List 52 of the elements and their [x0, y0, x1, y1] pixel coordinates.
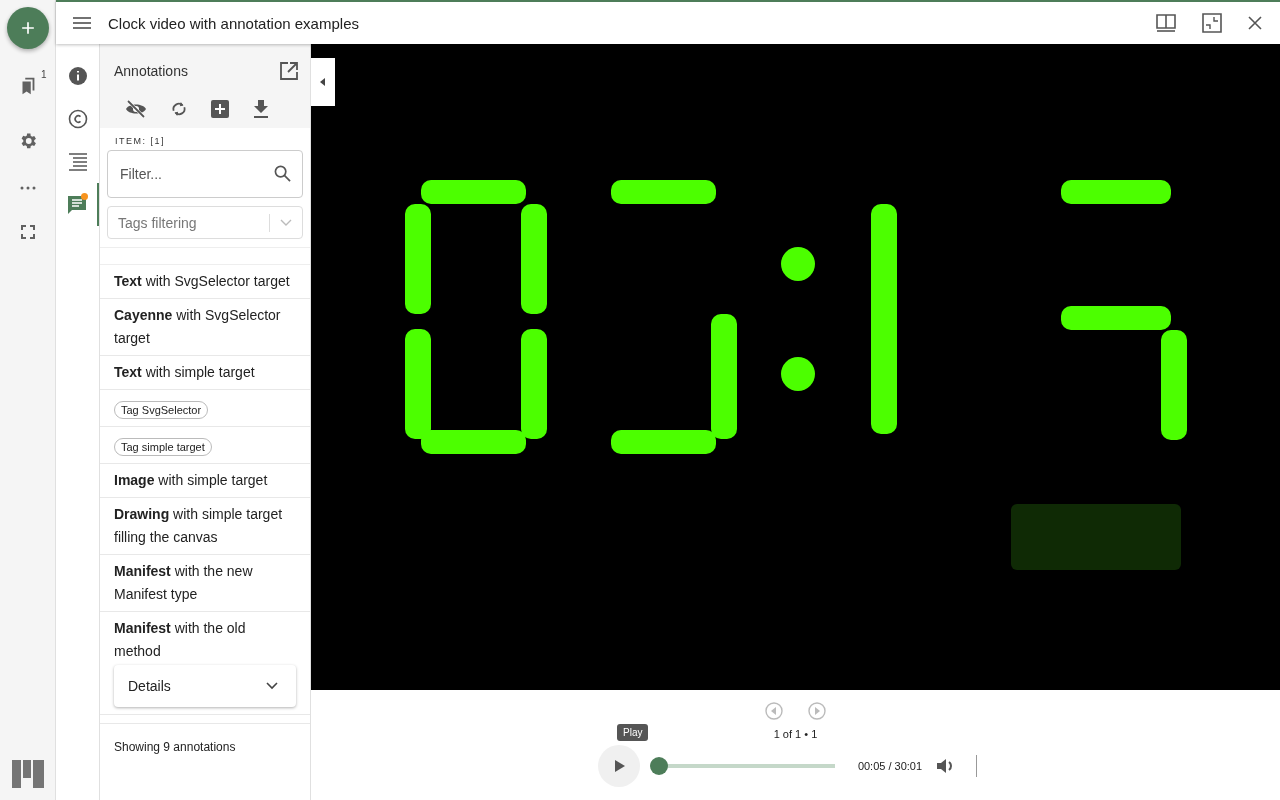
play-icon	[615, 760, 626, 772]
chevron-down-icon	[266, 682, 278, 690]
search-icon	[274, 165, 291, 182]
annotation-item[interactable]: Drawing with simple target filling the canvas	[100, 498, 310, 555]
visibility-off-icon[interactable]	[125, 100, 147, 118]
annotation-item[interactable]: Image with simple target	[100, 464, 310, 498]
window-title: Clock video with annotation examples	[108, 14, 359, 32]
filter-field[interactable]: Filter...	[107, 150, 303, 198]
time-display: 00:05 / 30:01	[857, 760, 923, 772]
item-label: ITEM: [1]	[115, 136, 166, 146]
list-icon	[67, 152, 88, 171]
book-view-icon[interactable]	[1156, 13, 1176, 33]
play-tooltip: Play	[617, 724, 649, 741]
annotation-item[interactable]: Text with simple target	[100, 356, 310, 390]
tags-dropdown[interactable]: Tags filtering	[107, 206, 303, 239]
annotation-item[interactable]: Tag SvgSelector	[100, 390, 310, 427]
sync-icon[interactable]	[171, 100, 187, 118]
copyright-icon	[67, 108, 88, 129]
annotation-item[interactable]: Manifest with the new Manifest type	[100, 555, 310, 612]
bookmark-count: 1	[40, 69, 47, 80]
annotation-text: Text with simple target	[114, 364, 255, 380]
annotation-item[interactable]: Manifest with the old method Details	[100, 612, 310, 715]
play-button[interactable]	[597, 745, 640, 787]
info-icon	[67, 65, 88, 86]
annotation-text: Text with SvgSelector target	[114, 273, 290, 289]
page-indicator: 1 of 1 • 1	[773, 728, 818, 740]
annotation-text: Image with simple target	[114, 472, 268, 488]
details-expander[interactable]: Details	[114, 665, 296, 707]
annotation-text: Cayenne with SvgSelector target	[114, 307, 281, 346]
chevron-down-icon	[280, 218, 292, 227]
add-button[interactable]	[6, 7, 49, 49]
details-label: Details	[128, 676, 171, 696]
annotation-text: Drawing with simple target filling the canvas	[114, 506, 283, 545]
more-icon[interactable]	[18, 185, 37, 191]
open-external-icon[interactable]	[280, 62, 298, 80]
seek-thumb[interactable]	[649, 757, 668, 775]
annotation-count: Showing 9 annotations	[114, 740, 236, 754]
annotation-text: Manifest with the new Manifest type	[114, 563, 253, 602]
annotation-text: Manifest with the old method	[114, 620, 246, 659]
minimize-window-icon[interactable]	[1202, 13, 1222, 33]
fullscreen-icon[interactable]	[20, 225, 35, 239]
menu-icon[interactable]	[73, 17, 91, 29]
panel-title: Annotations	[114, 63, 188, 79]
logo-icon	[11, 760, 44, 788]
annotation-item[interactable]: Text with SvgSelector target	[100, 265, 310, 299]
caret-left-icon	[320, 78, 326, 86]
download-icon[interactable]	[253, 100, 269, 118]
annotation-item[interactable]: Cayenne with SvgSelector target	[100, 299, 310, 356]
close-icon[interactable]	[1248, 16, 1262, 30]
annotation-item[interactable]: Tag simple target	[100, 427, 310, 464]
add-box-icon[interactable]	[211, 100, 229, 118]
comment-icon	[66, 194, 87, 215]
